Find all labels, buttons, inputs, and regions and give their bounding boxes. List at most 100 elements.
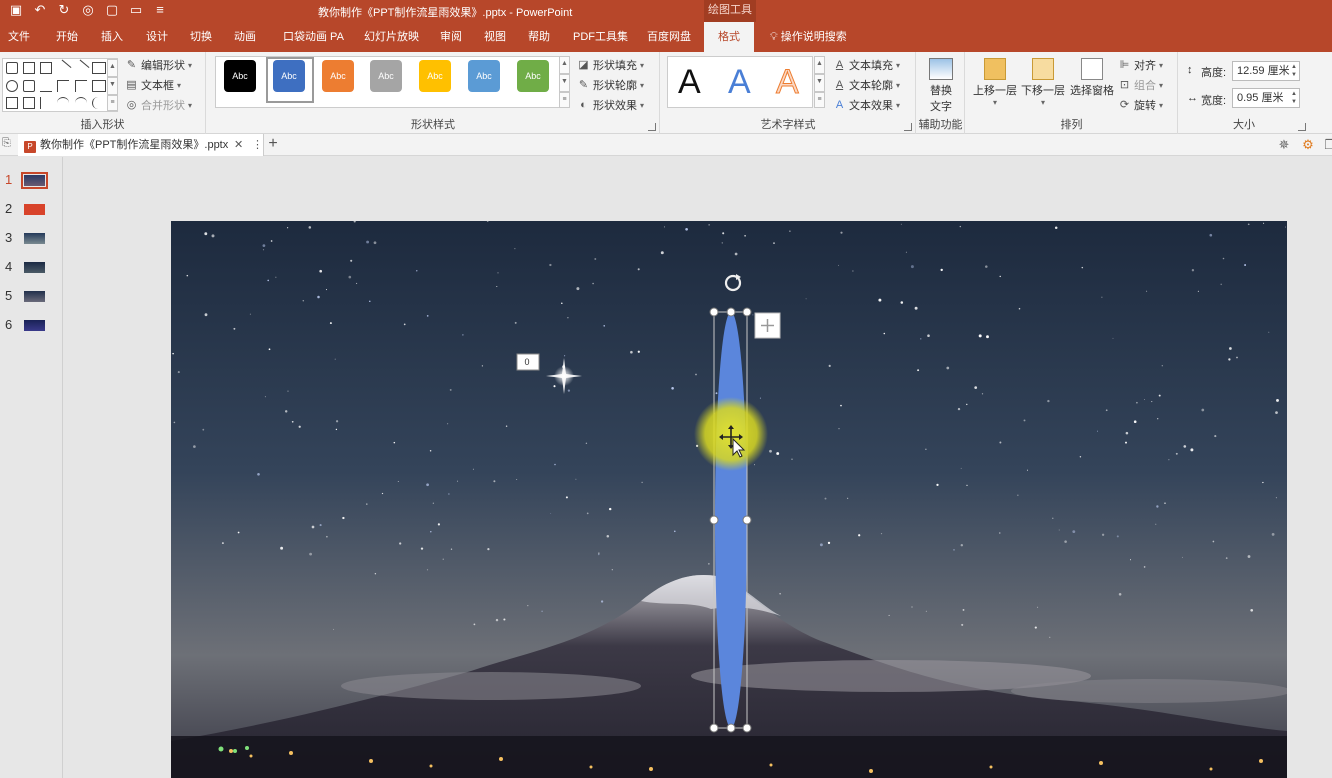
slide-thumbnail[interactable]: 4: [0, 256, 63, 276]
tab-list-icon[interactable]: ⎘: [2, 137, 11, 150]
resize-handle-n[interactable]: [726, 307, 736, 317]
shape-oval-icon[interactable]: [6, 80, 18, 92]
shape-elbow-arrow-icon[interactable]: [75, 80, 87, 92]
style-swatch[interactable]: Abc: [370, 60, 402, 92]
bring-forward-button[interactable]: 上移一层 ▾: [972, 58, 1018, 107]
magic-wand-icon[interactable]: ✵: [1276, 137, 1292, 153]
undo-icon[interactable]: ↶: [32, 2, 48, 18]
shape-rounded-rect-icon[interactable]: [23, 80, 35, 92]
present-icon[interactable]: ◎: [80, 2, 96, 18]
shapes-scroll-up[interactable]: ▲: [107, 59, 118, 77]
height-input[interactable]: 12.59 厘米 ▲ ▼: [1232, 61, 1300, 81]
tab-baidu-netdisk[interactable]: 百度网盘: [647, 22, 691, 52]
redo-icon[interactable]: ↻: [56, 2, 72, 18]
width-input[interactable]: 0.95 厘米 ▲ ▼: [1232, 88, 1300, 108]
text-outline-button[interactable]: A 文本轮廓 ▾: [833, 76, 900, 94]
shape-line-icon[interactable]: [54, 59, 72, 77]
shape-textbox-icon[interactable]: [23, 62, 35, 74]
close-tab-icon[interactable]: ✕: [234, 134, 243, 156]
tab-pdf-tools[interactable]: PDF工具集: [573, 22, 628, 52]
tab-pocket-animation[interactable]: 口袋动画 PA: [283, 22, 344, 52]
resize-handle-se[interactable]: [742, 723, 752, 733]
slide-canvas[interactable]: 0: [171, 221, 1287, 778]
tab-insert[interactable]: 插入: [101, 22, 123, 52]
slide-thumbnail[interactable]: 6: [0, 314, 63, 334]
dialog-launcher-icon[interactable]: [1298, 123, 1306, 131]
slide-thumbnail[interactable]: 3: [0, 227, 63, 247]
slide-thumbnail[interactable]: 2: [0, 198, 63, 218]
document-tab[interactable]: P 教你制作《PPT制作流星雨效果》.pptx ✕ ⋮: [18, 134, 264, 156]
group-button[interactable]: ⊡ 组合 ▾: [1118, 76, 1163, 94]
tab-view[interactable]: 视图: [484, 22, 506, 52]
style-swatch[interactable]: Abc: [273, 60, 305, 92]
customize-qat-icon[interactable]: ≡: [152, 2, 168, 18]
width-spinner-icon[interactable]: ▲ ▼: [1291, 90, 1297, 106]
wordart-scroll-down[interactable]: ▼: [814, 74, 825, 92]
slide-thumbnail[interactable]: 1: [0, 169, 63, 189]
shapes-gallery[interactable]: ▲ ▼ ≡: [2, 58, 118, 112]
styles-scroll-up[interactable]: ▲: [559, 56, 570, 74]
shape-pentagon-icon[interactable]: [23, 97, 35, 109]
dialog-launcher-icon[interactable]: [904, 123, 912, 131]
shape-curve-icon[interactable]: [75, 97, 87, 109]
wordart-scroll-up[interactable]: ▲: [814, 56, 825, 74]
resize-handle-e[interactable]: [742, 515, 752, 525]
shape-triangle-icon[interactable]: [40, 80, 52, 92]
wordart-expand[interactable]: ≡: [814, 92, 825, 108]
tab-file[interactable]: 文件: [8, 22, 30, 52]
shape-brace-icon[interactable]: [92, 97, 104, 109]
tab-home[interactable]: 开始: [56, 22, 78, 52]
tab-help[interactable]: 帮助: [528, 22, 550, 52]
shape-freeform-icon[interactable]: [40, 97, 52, 109]
new-file-icon[interactable]: ▢: [104, 2, 120, 18]
shape-outline-button[interactable]: ✎ 形状轮廓 ▾: [577, 76, 644, 94]
open-folder-icon[interactable]: ▭: [128, 2, 144, 18]
tab-more-icon[interactable]: ⋮: [252, 134, 263, 156]
selected-ellipse-shape[interactable]: [715, 312, 747, 728]
send-backward-button[interactable]: 下移一层 ▾: [1020, 58, 1066, 107]
restore-window-icon[interactable]: ❐: [1322, 137, 1332, 153]
styles-scroll-down[interactable]: ▼: [559, 74, 570, 92]
style-swatch[interactable]: Abc: [517, 60, 549, 92]
shape-fill-button[interactable]: ◪ 形状填充 ▾: [577, 56, 644, 74]
alt-text-button[interactable]: 替换 文字: [925, 58, 957, 114]
text-effects-button[interactable]: A 文本效果 ▾: [833, 96, 900, 114]
edit-shape-button[interactable]: ✎ 编辑形状 ▾: [125, 56, 192, 74]
style-swatch[interactable]: Abc: [419, 60, 451, 92]
wordart-blue[interactable]: A: [728, 63, 751, 102]
tell-me-search[interactable]: 💡︎ 操作说明搜索: [770, 22, 847, 53]
rotate-button[interactable]: ⟳ 旋转 ▾: [1118, 96, 1163, 114]
resize-handle-s[interactable]: [726, 723, 736, 733]
text-box-button[interactable]: ▤ 文本框 ▾: [125, 76, 181, 94]
dialog-launcher-icon[interactable]: [648, 123, 656, 131]
layout-options-button[interactable]: [754, 312, 781, 339]
style-swatch[interactable]: Abc: [224, 60, 256, 92]
animation-order-tag[interactable]: 0: [516, 353, 540, 371]
shapes-expand[interactable]: ≡: [107, 95, 118, 111]
shape-arc-icon[interactable]: [57, 97, 69, 109]
style-swatch[interactable]: Abc: [468, 60, 500, 92]
shapes-scroll-down[interactable]: ▼: [107, 77, 118, 95]
shape-effects-button[interactable]: ◐ 形状效果 ▾: [577, 96, 644, 114]
resize-handle-nw[interactable]: [709, 307, 719, 317]
tab-animations[interactable]: 动画: [234, 22, 256, 52]
merge-shapes-button[interactable]: ◎ 合并形状 ▾: [125, 96, 192, 114]
shape-vertical-text-icon[interactable]: [40, 62, 52, 74]
wordart-black[interactable]: A: [678, 63, 701, 102]
shape-rectangle-icon[interactable]: [92, 62, 106, 74]
shape-down-arrow-icon[interactable]: [6, 97, 18, 109]
tab-review[interactable]: 审阅: [440, 22, 462, 52]
shape-star-icon[interactable]: [6, 62, 18, 74]
slide-thumbnail[interactable]: 5: [0, 285, 63, 305]
shape-elbow-connector-icon[interactable]: [57, 80, 69, 92]
resize-handle-w[interactable]: [709, 515, 719, 525]
selection-pane-button[interactable]: 选择窗格: [1068, 58, 1116, 98]
text-fill-button[interactable]: A 文本填充 ▾: [833, 56, 900, 74]
height-spinner-icon[interactable]: ▲ ▼: [1291, 63, 1297, 79]
tab-slideshow[interactable]: 幻灯片放映: [364, 22, 419, 52]
settings-gear-icon[interactable]: ⚙: [1300, 137, 1316, 153]
new-tab-button[interactable]: +: [266, 134, 280, 154]
wordart-orange-outline[interactable]: A: [776, 63, 800, 102]
align-button[interactable]: ⊫ 对齐 ▾: [1118, 56, 1163, 74]
resize-handle-sw[interactable]: [709, 723, 719, 733]
